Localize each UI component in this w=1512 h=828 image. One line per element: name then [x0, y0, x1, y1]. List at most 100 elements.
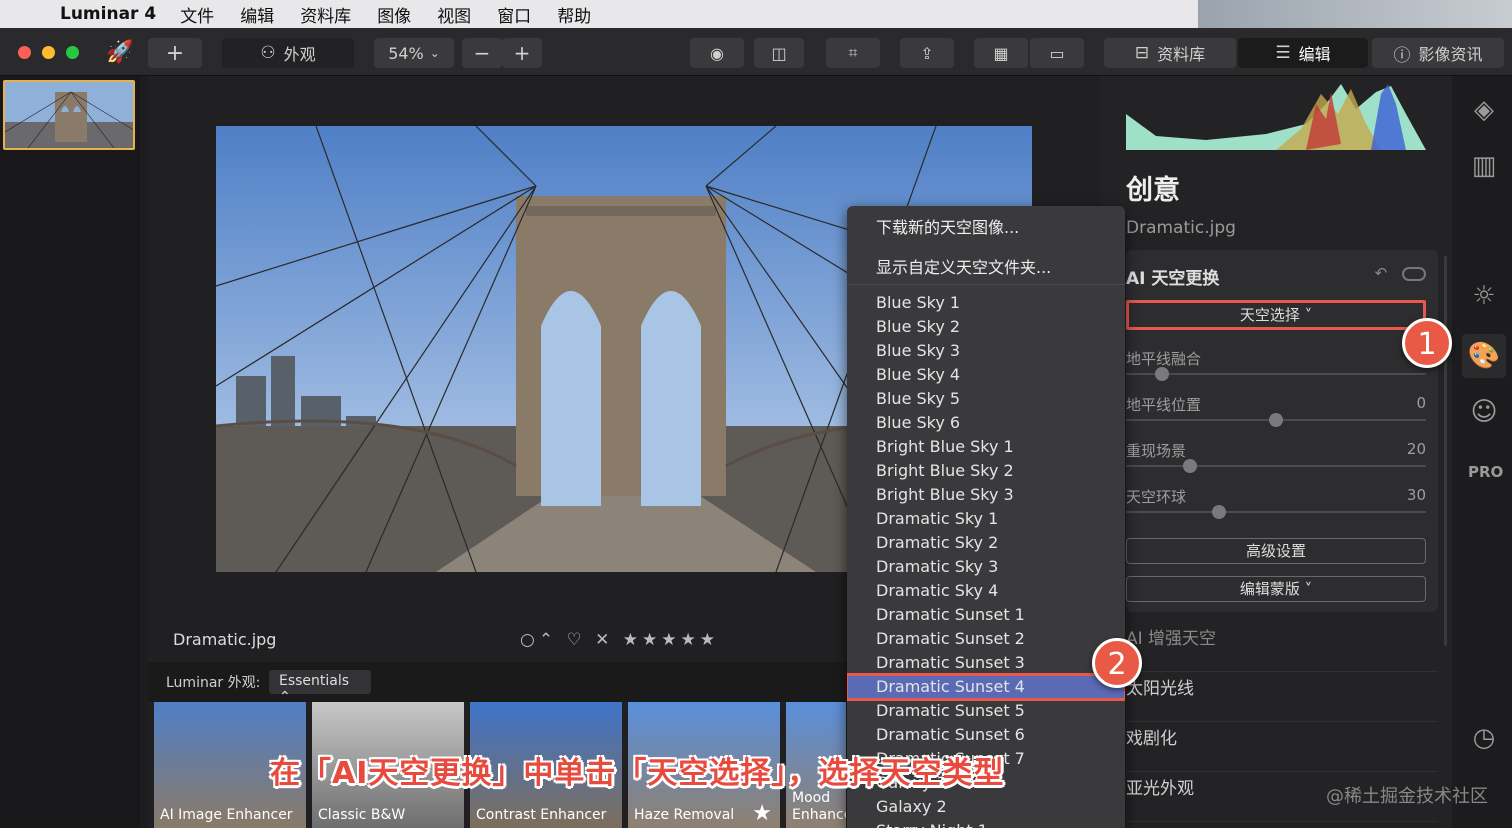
menu-item-sky[interactable]: Dramatic Sky 2 [847, 531, 1125, 555]
close-window-button[interactable] [18, 46, 31, 59]
slider-relight-scene[interactable]: 重现场景 20 [1126, 440, 1426, 480]
history-clock-icon[interactable]: ◷ [1468, 722, 1500, 754]
slider-horizon-blend[interactable]: 地平线融合 [1126, 348, 1426, 388]
menu-item-sky[interactable]: Blue Sky 3 [847, 339, 1125, 363]
menu-item-sky[interactable]: Dramatic Sunset 6 [847, 723, 1125, 747]
creative-palette-icon[interactable]: 🎨 [1462, 334, 1506, 378]
sliders-icon: ☰ [1275, 43, 1291, 63]
slider-track[interactable] [1126, 465, 1426, 467]
menu-item-sky[interactable]: Blue Sky 1 [847, 291, 1125, 315]
chevron-down-icon: ⌄ [429, 46, 440, 60]
reset-icon[interactable]: ↶ [1375, 264, 1388, 282]
look-label: Contrast Enhancer [476, 807, 607, 823]
add-images-button[interactable]: + [148, 38, 202, 68]
menu-item-sky[interactable]: Bright Blue Sky 2 [847, 459, 1125, 483]
menu-item-sky[interactable]: Starry Night 1 [847, 819, 1125, 828]
section-dramatic[interactable]: 戏剧化 [1126, 724, 1438, 772]
edit-mask-button[interactable]: 编辑蒙版 ˅ [1126, 576, 1426, 602]
menu-file[interactable]: 文件 [180, 2, 214, 27]
slider-track[interactable] [1126, 373, 1426, 375]
menu-item-sky[interactable]: Dramatic Sky 3 [847, 555, 1125, 579]
tool-title[interactable]: AI 天空更换 [1126, 264, 1219, 289]
rocket-icon[interactable]: 🚀 [106, 40, 133, 65]
tab-library[interactable]: ⊟ 资料库 [1104, 38, 1236, 68]
layers-icon[interactable]: ◈ [1468, 94, 1500, 126]
pro-icon[interactable]: PRO [1468, 456, 1503, 488]
menu-item-sky[interactable]: Bright Blue Sky 3 [847, 483, 1125, 507]
menu-item-sky[interactable]: Dramatic Sunset 1 [847, 603, 1125, 627]
slider-track[interactable] [1126, 511, 1426, 513]
tab-edit[interactable]: ☰ 编辑 [1238, 38, 1368, 68]
tool-toggle[interactable] [1402, 266, 1426, 281]
minimize-window-button[interactable] [42, 46, 55, 59]
menu-edit[interactable]: 编辑 [240, 2, 274, 27]
single-view-button[interactable]: ▭ [1030, 38, 1084, 68]
essentials-sun-icon[interactable]: ☼ [1468, 280, 1500, 312]
slider-value: 20 [1406, 440, 1426, 458]
crop-button[interactable]: ⌗ [826, 38, 880, 68]
portrait-face-icon[interactable]: ☺ [1468, 396, 1500, 428]
tab-info[interactable]: ⓘ 影像资讯 [1372, 38, 1504, 68]
rating-bar[interactable]: ○⌃ ♡ ✕ ★★★★★ [520, 630, 719, 650]
tutorial-caption: 在「AI天空更换」中单击「天空选择」，选择天空类型 [270, 756, 1005, 791]
section-label: 戏剧化 [1126, 729, 1177, 749]
menu-view[interactable]: 视图 [437, 2, 471, 27]
looks-button[interactable]: ⚇ 外观 [222, 38, 354, 68]
menu-item-sky-highlighted[interactable]: Dramatic Sunset 4 [847, 673, 1125, 701]
menu-help[interactable]: 帮助 [557, 2, 591, 27]
menu-item-sky[interactable]: Dramatic Sunset 3 [847, 651, 1125, 675]
slider-knob[interactable] [1269, 413, 1283, 427]
callout-badge-2: 2 [1092, 638, 1142, 688]
slider-knob[interactable] [1155, 367, 1169, 381]
menu-window[interactable]: 窗口 [497, 2, 531, 27]
slider-knob[interactable] [1212, 505, 1226, 519]
menu-item-sky[interactable]: Dramatic Sunset 5 [847, 699, 1125, 723]
looks-button-label: 外观 [283, 45, 316, 64]
edit-panel: 创意 Dramatic.jpg AI 天空更换 ↶ 天空选择 ˅ 地平线融合 地… [1100, 76, 1452, 828]
tab-info-label: 影像资讯 [1418, 45, 1483, 64]
menu-item-sky[interactable]: Blue Sky 6 [847, 411, 1125, 435]
canvas-tools-icon[interactable]: ▥ [1468, 150, 1500, 182]
photo-filename: Dramatic.jpg [173, 630, 277, 649]
looks-collection-select[interactable]: Essentials ⌃ [269, 670, 371, 705]
menu-item-sky[interactable]: Dramatic Sky 4 [847, 579, 1125, 603]
zoom-out-button[interactable]: − [462, 38, 502, 68]
menu-library[interactable]: 资料库 [300, 2, 351, 27]
panel-title: 创意 [1126, 175, 1180, 206]
crop-icon: ⌗ [848, 43, 858, 62]
slider-knob[interactable] [1183, 459, 1197, 473]
look-label: Mood Enhance [792, 790, 846, 823]
app-name-menu[interactable]: Luminar 4 [60, 4, 156, 24]
slider-sky-global[interactable]: 天空环球 30 [1126, 486, 1426, 526]
menu-item-sky[interactable]: Blue Sky 2 [847, 315, 1125, 339]
slider-horizon-position[interactable]: 地平线位置 0 [1126, 394, 1426, 434]
zoom-in-button[interactable]: + [502, 38, 542, 68]
menu-download-skies[interactable]: 下载新的天空图像... [876, 214, 1019, 238]
menu-image[interactable]: 图像 [377, 2, 411, 27]
filmstrip [0, 76, 140, 828]
menu-item-sky[interactable]: Dramatic Sunset 2 [847, 627, 1125, 651]
zoom-window-button[interactable] [66, 46, 79, 59]
panel-scrollbar[interactable] [1444, 256, 1447, 646]
menu-item-sky[interactable]: Blue Sky 5 [847, 387, 1125, 411]
section-label: 太阳光线 [1126, 679, 1194, 699]
compare-button[interactable]: ◫ [754, 38, 804, 68]
photo-thumbnail[interactable] [3, 80, 135, 150]
zoom-select[interactable]: 54% ⌄ [374, 38, 454, 68]
advanced-settings-button[interactable]: 高级设置 [1126, 538, 1426, 564]
sky-selection-dropdown[interactable]: 天空选择 ˅ [1126, 300, 1426, 330]
menu-item-sky[interactable]: Dramatic Sky 1 [847, 507, 1125, 531]
menu-item-sky[interactable]: Bright Blue Sky 1 [847, 435, 1125, 459]
menu-item-sky[interactable]: Blue Sky 4 [847, 363, 1125, 387]
preview-eye-button[interactable]: ◉ [690, 38, 744, 68]
tool-category-tabs: ◈ ▥ ☼ 🎨 ☺ PRO ◷ [1452, 76, 1512, 828]
star-icon[interactable]: ★ [752, 801, 772, 826]
section-sun-rays[interactable]: 太阳光线 [1126, 674, 1438, 722]
menu-item-sky[interactable]: Galaxy 2 [847, 795, 1125, 819]
menu-show-custom-folder[interactable]: 显示自定义天空文件夹... [876, 254, 1051, 278]
share-button[interactable]: ⇪ [900, 38, 954, 68]
slider-label: 重现场景 [1126, 442, 1187, 460]
info-icon: ⓘ [1393, 45, 1411, 66]
section-ai-sky-enhancer[interactable]: AI 增强天空 [1126, 624, 1438, 672]
grid-view-button[interactable]: ▦ [974, 38, 1028, 68]
